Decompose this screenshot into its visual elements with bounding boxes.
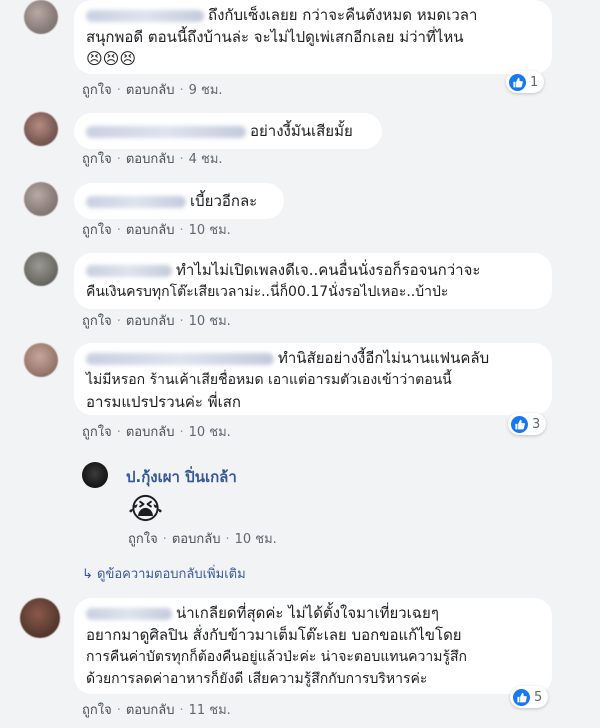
avatar[interactable] [24, 112, 58, 146]
reply-author-name[interactable]: ป.กุ้งเผา ปิ่นเกล้า [126, 465, 237, 489]
timestamp[interactable]: 10 ชม. [189, 425, 231, 440]
comment-text: ไม่มีหรอก ร้านเค้าเสียชื่อหมด เอาแต่อารม… [86, 372, 452, 388]
reply-link[interactable]: ตอบกลับ [172, 532, 221, 547]
like-link[interactable]: ถูกใจ [82, 152, 112, 167]
like-link[interactable]: ถูกใจ [82, 703, 112, 718]
reply-link[interactable]: ตอบกลับ [126, 152, 175, 167]
reply-link[interactable]: ตอบกลับ [126, 223, 175, 238]
avatar[interactable] [20, 598, 60, 638]
comment-actions: ถูกใจ · ตอบกลับ · 10 ชม. [82, 223, 231, 238]
timestamp[interactable]: 9 ชม. [189, 83, 223, 98]
like-link[interactable]: ถูกใจ [128, 532, 158, 547]
comment-text: อยากมาดูศิลปิน สั่งกับข้าวมาเต็มโต๊ะเลย … [86, 626, 462, 644]
comment-bubble: ทำนิสัยอย่างงี้อีกไม่นานแฟนคลับ ไม่มีหรอ… [74, 343, 552, 415]
timestamp[interactable]: 10 ชม. [189, 314, 231, 329]
thumbs-up-icon [513, 688, 530, 706]
comment-text: คืนเงินครบทุกโต๊ะเสียเวลาม่ะ..นี่ก็00.17… [86, 284, 449, 300]
like-link[interactable]: ถูกใจ [82, 83, 112, 98]
comment-text: ทำนิสัยอย่างงี้อีกไม่นานแฟนคลับ [278, 349, 490, 367]
like-link[interactable]: ถูกใจ [82, 314, 112, 329]
comment-text: การคืนค่าบัตรทุกก็ต้องคืนอยู่แล้วป่ะค่ะ … [86, 649, 468, 665]
comment-bubble: อย่างงี้มันเสียมั้ย [74, 113, 382, 149]
reaction-count[interactable]: 5 [510, 686, 549, 708]
timestamp[interactable]: 10 ชม. [235, 532, 277, 547]
timestamp[interactable]: 4 ชม. [189, 152, 223, 167]
commenter-name[interactable] [86, 607, 172, 620]
timestamp[interactable]: 11 ชม. [189, 703, 231, 718]
commenter-name[interactable] [86, 352, 274, 365]
comment-text: ถึงกับเซ็งเลยย กว่าจะคืนตังหมด หมดเวลา [208, 6, 478, 24]
comment-actions: ถูกใจ · ตอบกลับ · 9 ชม. [82, 83, 223, 98]
avatar[interactable] [24, 182, 58, 216]
thumbs-up-icon [509, 73, 526, 91]
timestamp[interactable]: 10 ชม. [189, 223, 231, 238]
comment-actions: ถูกใจ · ตอบกลับ · 11 ชม. [82, 703, 231, 718]
comment-actions: ถูกใจ · ตอบกลับ · 10 ชม. [82, 314, 231, 329]
reply-link[interactable]: ตอบกลับ [126, 703, 175, 718]
comment-bubble: ทำไมไม่เปิดเพลงดีเจ..คนอื่นนั่งรอก็รอจนก… [74, 253, 552, 309]
commenter-name[interactable] [86, 9, 204, 22]
comment-text: น่าเกลียดที่สุดค่ะ ไม่ได้ตั้งใจมาเที่ยวเ… [176, 604, 439, 622]
comment-actions: ถูกใจ · ตอบกลับ · 4 ชม. [82, 152, 223, 167]
view-more-replies-link[interactable]: ↳ ดูข้อความตอบกลับเพิ่มเติม [82, 563, 246, 584]
reaction-count[interactable]: 3 [508, 413, 547, 435]
comment-bubble: เบี้ยวอีกละ [74, 183, 284, 219]
comment-text: อย่างงี้มันเสียมั้ย [250, 122, 353, 140]
reply-link[interactable]: ตอบกลับ [126, 314, 175, 329]
reply-actions: ถูกใจ · ตอบกลับ · 10 ชม. [128, 532, 277, 547]
comment-text: สนุกพอดี ตอนนี้ถึงบ้านล่ะ จะไม่ไปดูเพ่เส… [86, 28, 464, 46]
comment-text: อารมแปรปรวนค่ะ พี่เสก [86, 393, 241, 411]
reply-link[interactable]: ตอบกลับ [126, 425, 175, 440]
avatar[interactable] [24, 252, 58, 286]
like-link[interactable]: ถูกใจ [82, 223, 112, 238]
comment-text: ด้วยการลดค่าอาหารก็ยังดี เสียความรู้สึกก… [86, 671, 428, 687]
commenter-name[interactable] [86, 264, 172, 277]
crying-emoji: 😭 [128, 492, 164, 527]
commenter-name[interactable] [86, 125, 246, 138]
reaction-count[interactable]: 1 [506, 71, 545, 93]
comment-text: เบี้ยวอีกละ [190, 192, 258, 210]
reply-link[interactable]: ตอบกลับ [126, 83, 175, 98]
comment-emoji: 😣😣😣 [86, 49, 137, 68]
comment-actions: ถูกใจ · ตอบกลับ · 10 ชม. [82, 425, 231, 440]
commenter-name[interactable] [86, 195, 186, 208]
comment-bubble: ถึงกับเซ็งเลยย กว่าจะคืนตังหมด หมดเวลา ส… [74, 0, 552, 74]
avatar[interactable] [24, 343, 58, 377]
comment-text: ทำไมไม่เปิดเพลงดีเจ..คนอื่นนั่งรอก็รอจนก… [176, 261, 481, 279]
reply-avatar[interactable] [82, 462, 108, 488]
comment-bubble: น่าเกลียดที่สุดค่ะ ไม่ได้ตั้งใจมาเที่ยวเ… [74, 598, 552, 694]
avatar[interactable] [24, 0, 58, 34]
like-link[interactable]: ถูกใจ [82, 425, 112, 440]
thumbs-up-icon [511, 415, 528, 433]
